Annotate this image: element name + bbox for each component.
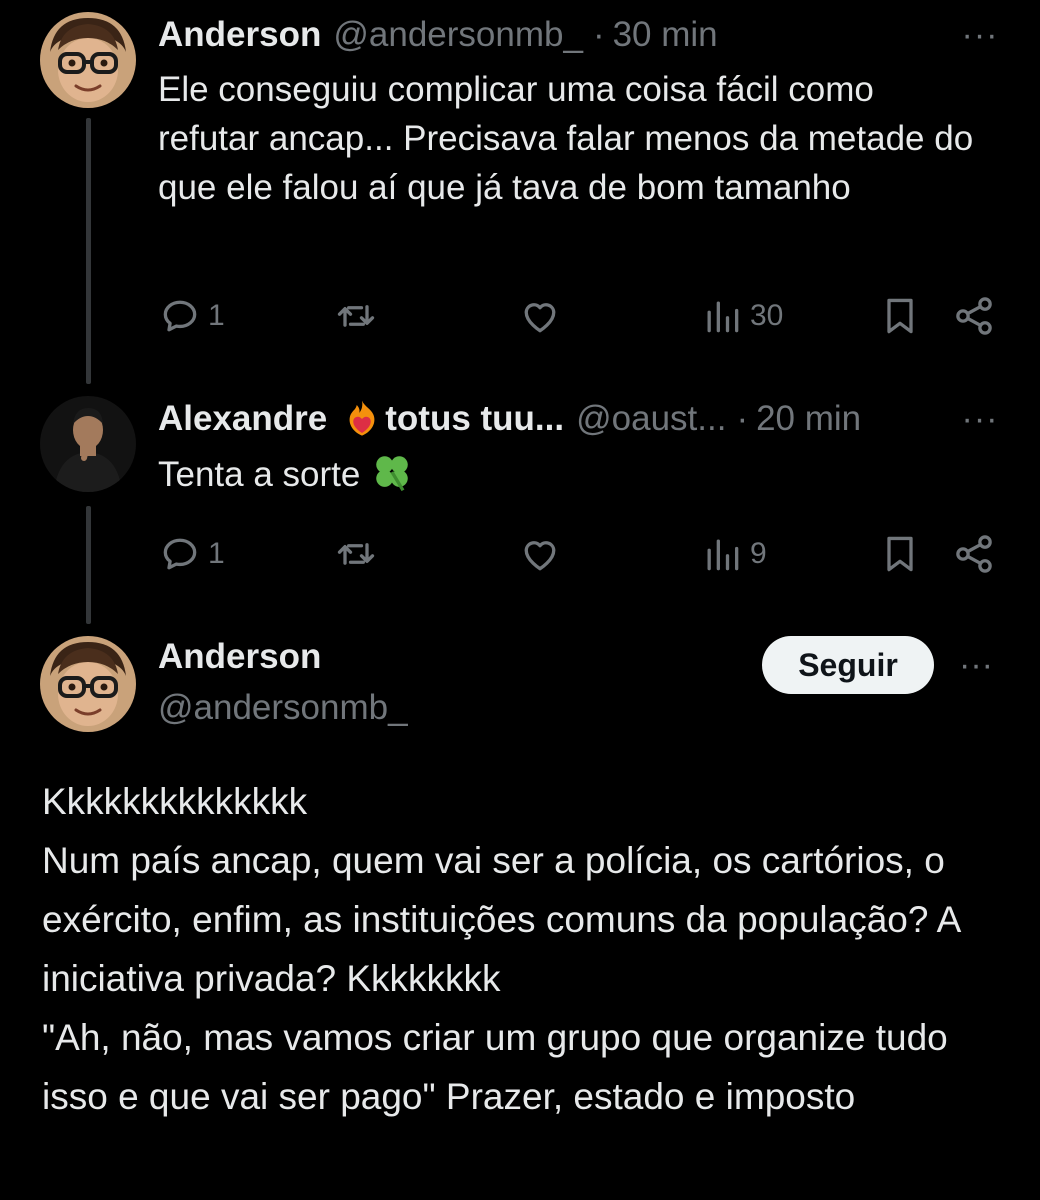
views-count: 30 (750, 299, 784, 332)
flame-heart-icon (349, 400, 375, 436)
thread-line (86, 118, 91, 384)
repost-button[interactable] (334, 532, 378, 576)
reply-count: 1 (208, 299, 225, 332)
reply-text: Ele conseguiu complicar uma coisa fácil … (158, 70, 974, 207)
avatar[interactable] (40, 396, 136, 492)
four-leaf-clover-icon (376, 456, 409, 492)
follow-button[interactable]: Seguir (762, 636, 934, 694)
bookmark-button[interactable] (878, 294, 922, 338)
separator-dot: · (592, 15, 605, 54)
share-icon (956, 297, 992, 335)
like-button[interactable] (518, 294, 562, 338)
reply-text-row: Tenta a sorte (158, 450, 980, 499)
views-icon (707, 539, 739, 571)
bookmark-icon (887, 298, 913, 334)
repost-button[interactable] (334, 294, 378, 338)
avatar[interactable] (40, 636, 136, 732)
author-name[interactable]: Anderson (158, 637, 321, 677)
reply-count: 1 (208, 537, 225, 570)
post-text: Kkkkkkkkkkkkkk Num país ancap, quem vai … (42, 772, 1012, 1126)
reply-header: Anderson @andersonmb_ · 30 min ··· (158, 14, 1000, 56)
reply-text: Tenta a sorte (158, 455, 361, 494)
author-name-suffix[interactable]: totus tuu... (385, 398, 564, 440)
reply-button[interactable]: 1 (158, 532, 225, 576)
more-options-icon[interactable]: ··· (960, 398, 1000, 440)
action-bar: 1 9 (158, 532, 996, 576)
bookmark-button[interactable] (878, 532, 922, 576)
author-name[interactable]: Alexandre (158, 398, 327, 440)
thread-line (86, 506, 91, 624)
separator-dot: · (736, 399, 749, 438)
share-button[interactable] (952, 532, 996, 576)
post-line: Num país ancap, quem vai ser a polícia, … (42, 840, 960, 999)
repost-icon (337, 543, 375, 565)
heart-icon (524, 541, 556, 571)
views-button[interactable]: 9 (700, 532, 767, 576)
author-handle[interactable]: @oaust... (576, 398, 726, 440)
views-button[interactable]: 30 (700, 294, 783, 338)
views-count: 9 (750, 537, 767, 570)
reply-icon (163, 538, 197, 570)
share-button[interactable] (952, 294, 996, 338)
timestamp[interactable]: 20 min (756, 398, 861, 440)
reply-header: Alexandre totus tuu... @oaust... · 20 mi… (158, 398, 1000, 440)
post-line: "Ah, não, mas vamos criar um grupo que o… (42, 1017, 948, 1117)
post-line: Kkkkkkkkkkkkkk (42, 781, 308, 822)
author-handle[interactable]: @andersonmb_ (158, 688, 408, 728)
avatar[interactable] (40, 12, 136, 108)
reply-icon (163, 300, 197, 332)
reply-button[interactable]: 1 (158, 294, 225, 338)
share-icon (956, 535, 992, 573)
author-name[interactable]: Anderson (158, 14, 321, 56)
bookmark-icon (887, 536, 913, 572)
author-handle[interactable]: @andersonmb_ (333, 14, 583, 56)
views-icon (707, 301, 739, 333)
repost-icon (337, 305, 375, 327)
heart-icon (524, 303, 556, 333)
like-button[interactable] (518, 532, 562, 576)
more-options-icon[interactable]: ··· (960, 14, 1000, 56)
more-options-icon[interactable]: ··· (956, 646, 996, 685)
timestamp[interactable]: 30 min (613, 14, 718, 56)
action-bar: 1 30 (158, 294, 996, 338)
